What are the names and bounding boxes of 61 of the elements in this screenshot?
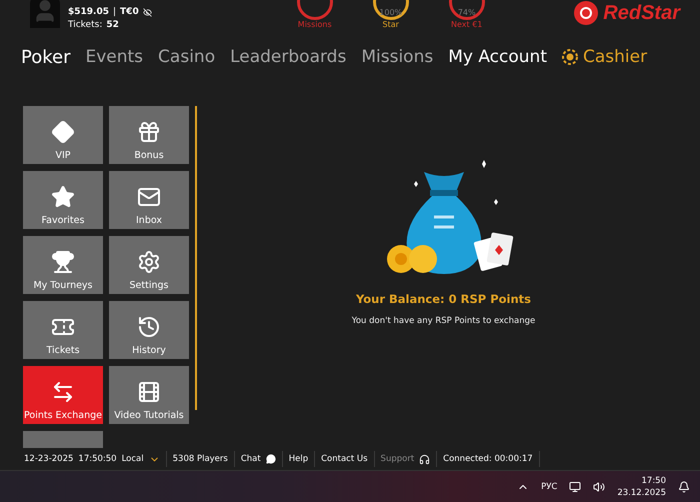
menu-tile[interactable]: Inbox bbox=[109, 171, 189, 229]
menu-tile[interactable]: Settings bbox=[109, 236, 189, 294]
bell-icon[interactable] bbox=[678, 480, 690, 492]
status-time: 17:50:50 bbox=[78, 454, 117, 464]
menu-tile[interactable]: Favorites bbox=[23, 171, 103, 229]
tickets-count: 52 bbox=[106, 20, 119, 30]
poker-chip-icon bbox=[573, 0, 600, 26]
diamond-icon bbox=[51, 120, 75, 144]
nav-tab[interactable]: Leaderboards bbox=[230, 47, 346, 67]
product-title[interactable]: Poker bbox=[21, 46, 70, 68]
menu-tile[interactable]: History bbox=[109, 301, 189, 359]
arrows-icon bbox=[51, 380, 75, 404]
headset-icon[interactable] bbox=[419, 454, 430, 464]
logo-text: RedStar bbox=[603, 2, 680, 24]
scrollbar[interactable] bbox=[195, 106, 197, 410]
clock-time[interactable]: 17:50 bbox=[642, 476, 666, 486]
hide-balance-icon[interactable] bbox=[142, 8, 152, 16]
menu-tile[interactable]: Tickets bbox=[23, 301, 103, 359]
menu-tile[interactable]: Points Exchange bbox=[23, 366, 103, 424]
chat-icon[interactable] bbox=[266, 454, 276, 464]
progress-ring[interactable]: 100% bbox=[372, 0, 409, 20]
balance-amount: $519.05 bbox=[68, 7, 109, 17]
nav-tab[interactable]: Events bbox=[85, 47, 144, 67]
progress-label: Next €1 bbox=[451, 20, 482, 29]
help-link[interactable]: Help bbox=[288, 454, 308, 464]
envelope-icon bbox=[137, 185, 161, 209]
players-count: 5308 Players bbox=[172, 454, 228, 464]
separator: | bbox=[113, 7, 116, 17]
history-icon bbox=[137, 315, 161, 339]
trophy-icon bbox=[51, 250, 75, 274]
language-indicator[interactable]: РУС bbox=[541, 482, 558, 492]
timezone-selector[interactable]: Local bbox=[122, 454, 144, 464]
monitor-icon[interactable] bbox=[569, 480, 582, 492]
tournament-money: T€0 bbox=[120, 7, 139, 17]
film-icon bbox=[137, 380, 161, 404]
tickets-label: Tickets: bbox=[68, 20, 102, 30]
status-date: 12-23-2025 bbox=[24, 454, 74, 464]
star-icon bbox=[51, 185, 75, 209]
progress-ring[interactable]: 74% bbox=[448, 0, 485, 20]
balance-title: Your Balance: 0 RSP Points bbox=[356, 292, 532, 306]
connection-time: Connected: 00:00:17 bbox=[443, 454, 533, 464]
progress-label: Missions bbox=[298, 20, 332, 29]
gift-icon bbox=[137, 120, 161, 144]
menu-tile[interactable]: My Tourneys bbox=[23, 236, 103, 294]
gear-icon bbox=[137, 250, 161, 274]
nav-tab[interactable]: Casino bbox=[158, 47, 216, 67]
menu-tile[interactable]: Video Tutorials bbox=[109, 366, 189, 424]
menu-tile[interactable]: VIP bbox=[23, 106, 103, 164]
balance-message: You don't have any RSP Points to exchange bbox=[352, 316, 536, 326]
chat-link[interactable]: Chat bbox=[240, 454, 261, 464]
nav-tab[interactable]: Cashier bbox=[562, 47, 648, 67]
speaker-icon[interactable] bbox=[593, 480, 606, 492]
contact-link[interactable]: Contact Us bbox=[321, 454, 368, 464]
clock-date[interactable]: 23.12.2025 bbox=[617, 488, 666, 498]
avatar-silhouette bbox=[30, 0, 60, 28]
chip-icon bbox=[562, 49, 578, 65]
support-link[interactable]: Support bbox=[380, 454, 414, 464]
menu-tile[interactable]: Bonus bbox=[109, 106, 189, 164]
nav-tab[interactable]: Missions bbox=[361, 47, 434, 67]
nav-tab[interactable]: My Account bbox=[448, 47, 547, 67]
progress-label: Star bbox=[382, 20, 399, 29]
